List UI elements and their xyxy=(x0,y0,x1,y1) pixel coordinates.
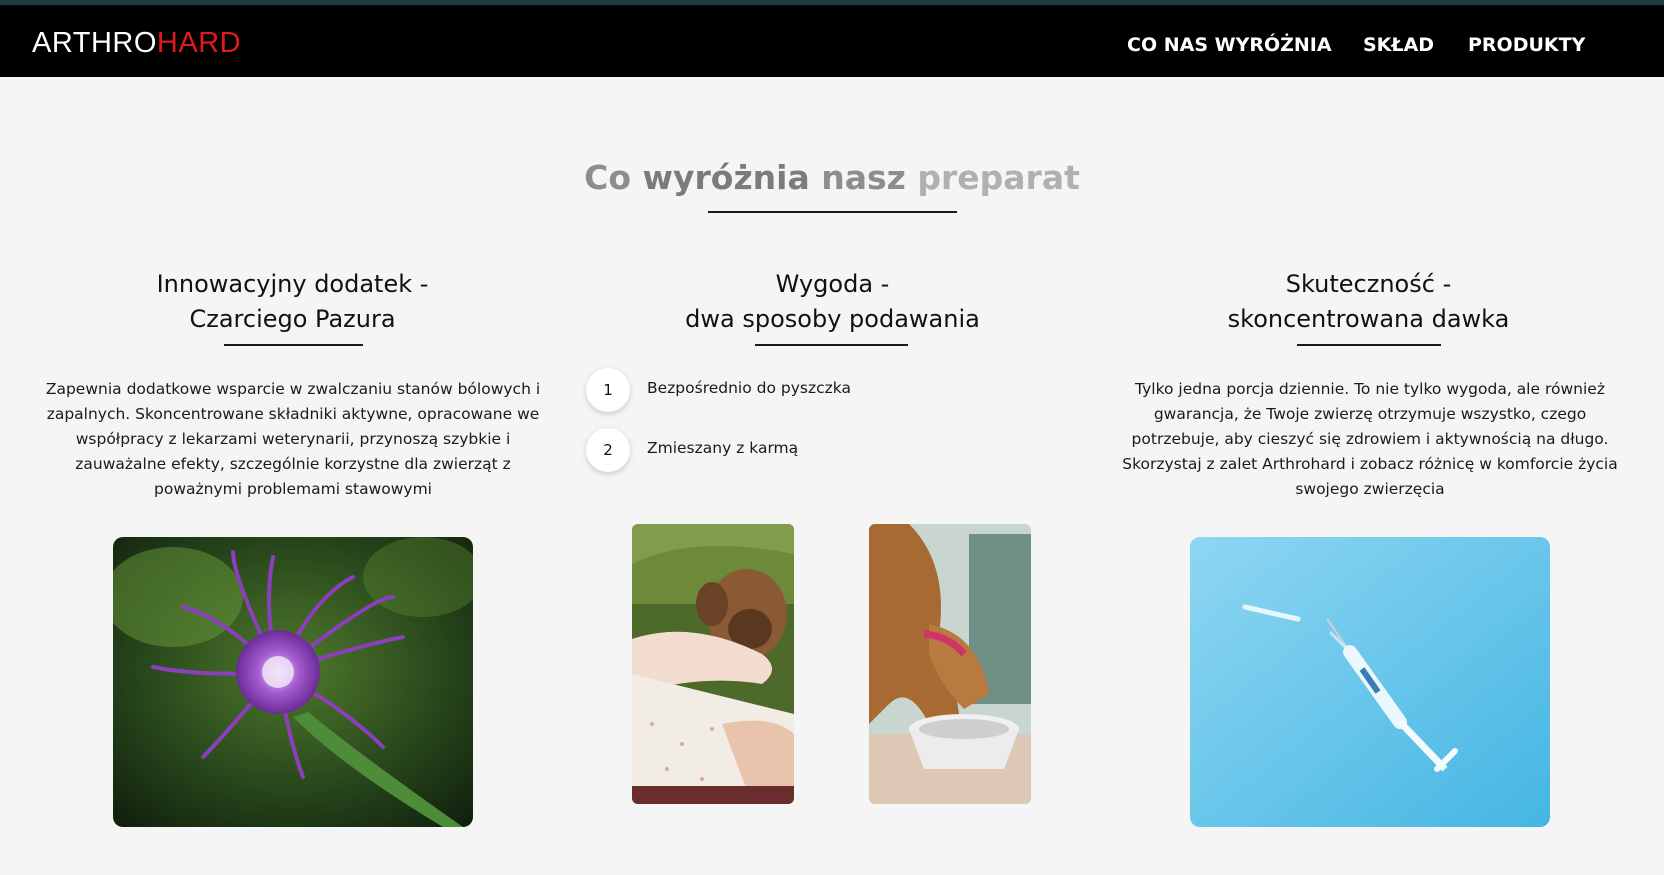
step-number-badge: 2 xyxy=(586,428,630,472)
feature-title-line2: skoncentrowana dawka xyxy=(1227,305,1510,333)
step-label: Bezpośrednio do pyszczka xyxy=(647,379,851,397)
step-number-badge: 1 xyxy=(586,368,630,412)
devils-claw-flower-image xyxy=(113,537,473,827)
feature-title-line2: Czarciego Pazura xyxy=(189,305,396,333)
feature-text-innovation: Zapewnia dodatkowe wsparcie w zwalczaniu… xyxy=(45,380,541,498)
feature-title-convenience: Wygoda - dwa sposoby podawania xyxy=(630,267,1035,337)
section-title-word: nasz xyxy=(821,158,906,197)
brand-logo-part2: HARD xyxy=(156,27,242,59)
feature-title-effectiveness: Skuteczność - skoncentrowana dawka xyxy=(1166,267,1571,337)
feature-title-line1: Skuteczność - xyxy=(1285,270,1452,298)
nav-link-produkty[interactable]: PRODUKTY xyxy=(1468,34,1585,56)
section-title-word: wyróżnia xyxy=(642,158,810,197)
feature-title-line1: Wygoda - xyxy=(775,270,890,298)
nav-link-co-nas-wyroznia[interactable]: CO NAS WYRÓŻNIA xyxy=(1127,34,1332,56)
feature-underline xyxy=(1297,344,1441,346)
brand-logo-part1: ARTHRO xyxy=(32,27,157,59)
feature-title-line2: dwa sposoby podawania xyxy=(685,305,980,333)
feature-underline xyxy=(224,344,363,346)
feature-text-effectiveness: Tylko jedna porcja dziennie. To nie tylk… xyxy=(1122,380,1618,498)
step-label: Zmieszany z karmą xyxy=(647,439,799,457)
puppy-image xyxy=(632,524,794,804)
nav-link-sklad[interactable]: SKŁAD xyxy=(1363,34,1434,56)
section-title-word: preparat xyxy=(917,158,1080,197)
feature-title-line1: Innowacyjny dodatek - xyxy=(156,270,429,298)
section-title-underline xyxy=(708,211,957,213)
section-title: Co wyróżnia nasz preparat xyxy=(0,158,1664,197)
section-title-word: Co xyxy=(584,158,632,197)
brand-logo[interactable]: ARTHROHARD xyxy=(32,27,241,60)
dog-eating-image xyxy=(869,524,1031,804)
syringe-image xyxy=(1190,537,1550,827)
feature-title-innovation: Innowacyjny dodatek - Czarciego Pazura xyxy=(90,267,495,337)
navbar: ARTHROHARD CO NAS WYRÓŻNIA SKŁAD PRODUKT… xyxy=(0,5,1664,77)
feature-underline xyxy=(755,344,908,346)
